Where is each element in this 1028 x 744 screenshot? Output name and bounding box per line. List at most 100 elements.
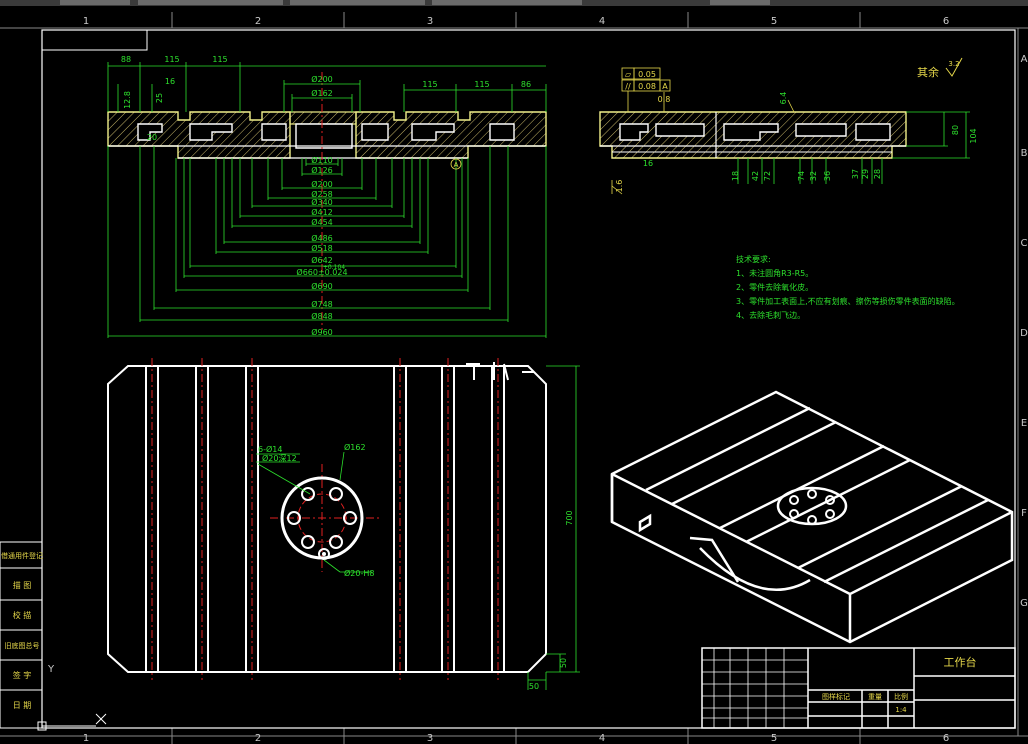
side-mark-16: 16 — [643, 159, 653, 168]
dim-top-115-a: 115 — [164, 55, 179, 64]
dim-d518: Ø518 — [311, 243, 333, 253]
zone-top-1: 1 — [83, 16, 89, 27]
tech-item-3: 3、零件加工表面上,不应有划痕、擦伤等损伤零件表面的缺陷。 — [736, 296, 960, 306]
plan-hole-label-1: 6-Ø14 — [258, 444, 282, 454]
dim-bore-200: Ø200 — [311, 74, 333, 84]
left-side-labels: 借通用件登记 描 图 校 描 旧底图总号 签 字 日 期 — [0, 541, 43, 729]
plan-pin-label: Ø20-H8 — [344, 568, 374, 578]
zone-ruler-right: A B C D E F G — [1017, 28, 1028, 736]
side-dim-37: 37 — [851, 169, 860, 179]
zone-right-f: F — [1021, 508, 1027, 519]
tech-item-2: 2、零件去除氧化皮。 — [736, 282, 813, 292]
rest-roughness-value: 3.2 — [948, 60, 959, 68]
side-dim-32: 32 — [809, 171, 818, 181]
dim-top-115-c: 115 — [422, 80, 437, 89]
dim-top-88: 88 — [121, 55, 131, 64]
tol-frame-flatness-symbol: ▱ — [625, 70, 632, 79]
tech-requirements: 技术要求: 1、未注圆角R3-R5。 2、零件去除氧化皮。 3、零件加工表面上,… — [736, 254, 960, 320]
dim-small-25: 25 — [155, 93, 164, 103]
title-block: 工作台 图样标记 重量 比例 1:4 — [701, 647, 1016, 729]
dim-bore-162: Ø162 — [311, 88, 333, 98]
tol-frame-flatness-value: 0.05 — [638, 70, 656, 79]
side-mark-roughness: 1.6 — [615, 180, 624, 193]
ucs-y-label: Y — [47, 664, 55, 675]
dim-d486: Ø486 — [311, 233, 333, 243]
left-label-0: 借通用件登记 — [1, 551, 43, 560]
dim-d960: Ø960 — [311, 327, 333, 337]
zone-bottom-3: 3 — [427, 733, 433, 744]
dim-small-20: 20 — [147, 133, 157, 142]
zone-right-a: A — [1021, 54, 1028, 65]
dim-d690: Ø690 — [311, 281, 333, 291]
rest-roughness-label: 其余 — [917, 65, 939, 79]
dim-d412: Ø412 — [311, 207, 333, 217]
zone-top-2: 2 — [255, 16, 261, 27]
side-dim-36: 36 — [823, 171, 832, 181]
zone-top-3: 3 — [427, 16, 433, 27]
side-dim-74: 74 — [797, 171, 806, 181]
zone-bottom-6: 6 — [943, 733, 949, 744]
plan-dimensions — [256, 365, 580, 690]
isometric-view — [610, 390, 1014, 644]
front-dimension-texts: 88 115 115 115 115 86 16 25 12.8 20 Ø200… — [121, 55, 531, 337]
cad-drawing-canvas[interactable]: 1 2 3 4 5 6 1 2 3 4 5 6 A B C D E F G 88… — [0, 0, 1028, 744]
dim-d454: Ø454 — [311, 217, 333, 227]
dim-bore-126: Ø126 — [311, 165, 333, 175]
plan-view — [107, 358, 547, 680]
dim-top-86: 86 — [521, 80, 531, 89]
dim-d748: Ø748 — [311, 299, 333, 309]
zone-right-d: D — [1020, 328, 1028, 339]
side-section-view — [599, 111, 907, 159]
plan-corner-50-h: 50 — [529, 682, 539, 691]
zone-right-b: B — [1021, 148, 1028, 159]
side-dim-18: 18 — [731, 171, 740, 181]
dim-top-115-b: 115 — [212, 55, 227, 64]
left-label-1: 描 图 — [13, 580, 32, 590]
zone-right-g: G — [1020, 598, 1028, 609]
side-dim-42: 42 — [751, 171, 760, 181]
plan-bore-label: Ø162 — [344, 442, 366, 452]
title-block-scale: 1:4 — [895, 706, 907, 714]
side-dim-104: 104 — [969, 128, 978, 143]
tol-frame-parallel-symbol: // — [625, 82, 631, 91]
zone-right-e: E — [1021, 418, 1027, 429]
side-dim-80: 80 — [951, 125, 960, 135]
dim-top-115-d: 115 — [474, 80, 489, 89]
tech-item-4: 4、去除毛刺飞边。 — [736, 310, 805, 320]
left-label-5: 日 期 — [13, 701, 32, 710]
section-marker-a: A — [454, 161, 459, 169]
toolbar-strip — [0, 0, 1028, 6]
dim-d848: Ø848 — [311, 311, 333, 321]
tech-title: 技术要求: — [736, 254, 771, 264]
ucs-icon — [37, 668, 107, 731]
title-block-col-scale: 比例 — [894, 692, 908, 701]
dim-small-16: 16 — [165, 77, 175, 86]
plan-height-700: 700 — [565, 510, 574, 525]
surface-finish-08: 0.8 — [658, 95, 671, 104]
zone-top-6: 6 — [943, 16, 949, 27]
cursor-artifact — [466, 362, 534, 381]
zone-top-5: 5 — [771, 16, 777, 27]
side-dim-28: 28 — [873, 169, 882, 179]
side-dim-72: 72 — [763, 171, 772, 181]
zone-bottom-2: 2 — [255, 733, 261, 744]
left-label-2: 校 描 — [13, 610, 32, 620]
zone-top-4: 4 — [599, 16, 605, 27]
dim-d340: Ø340 — [311, 197, 333, 207]
left-label-3: 旧底图总号 — [5, 641, 40, 650]
title-block-col-mark: 图样标记 — [822, 692, 850, 701]
tol-frame-datum: A — [662, 82, 668, 91]
dim-d660: Ø660±0.024 — [296, 267, 347, 277]
zone-bottom-1: 1 — [83, 733, 89, 744]
dim-small-12-8: 12.8 — [123, 91, 132, 109]
dim-d200: Ø200 — [311, 179, 333, 189]
title-block-name: 工作台 — [944, 655, 977, 669]
plan-hole-label-2: Ø20深12 — [262, 453, 297, 463]
zone-bottom-5: 5 — [771, 733, 777, 744]
zone-bottom-4: 4 — [599, 733, 605, 744]
plan-dimension-texts: 6-Ø14 Ø20深12 Ø162 Ø20-H8 700 50 50 — [258, 442, 574, 691]
side-dim-29: 29 — [861, 169, 870, 179]
dim-bore-110: Ø110 — [311, 155, 333, 165]
tech-item-1: 1、未注圆角R3-R5。 — [736, 268, 813, 278]
plan-corner-50-v: 50 — [559, 658, 568, 668]
